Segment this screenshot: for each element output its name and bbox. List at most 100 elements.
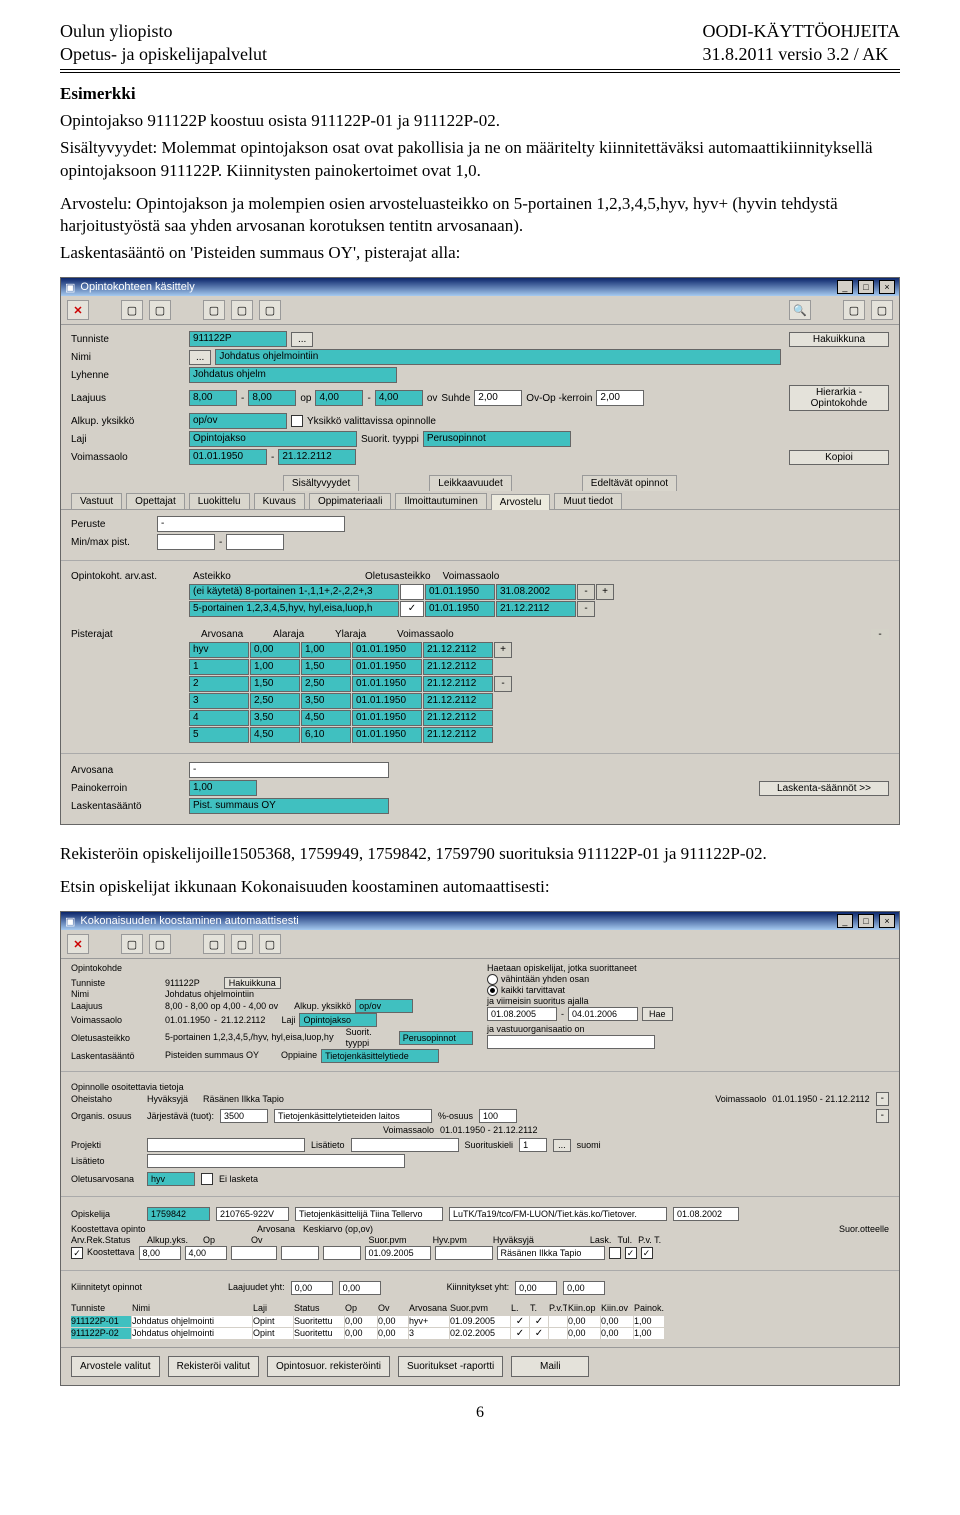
arvostele-valitut-button[interactable]: Arvostele valitut: [71, 1356, 160, 1377]
asteikko-row-to[interactable]: 31.08.2002: [496, 584, 576, 600]
piste-cell[interactable]: 01.01.1950: [352, 642, 422, 658]
piste-cell[interactable]: 01.01.1950: [352, 710, 422, 726]
piste-cell[interactable]: 21.12.2112: [423, 727, 493, 743]
tab-edeltavat-opinnot[interactable]: Edeltävät opinnot: [582, 475, 677, 491]
field-ovop[interactable]: 2,00: [596, 390, 644, 406]
tab-ilmoittautuminen[interactable]: Ilmoittautuminen: [395, 493, 486, 509]
piste-cell[interactable]: 4,50: [301, 710, 351, 726]
toolbar-button[interactable]: ▢: [149, 300, 171, 320]
table-cell[interactable]: 0,00: [568, 1316, 600, 1327]
field-koost-kesk2[interactable]: [323, 1246, 361, 1260]
search-icon[interactable]: 🔍: [789, 300, 811, 320]
table-cell[interactable]: 1,00: [634, 1328, 664, 1339]
close-button[interactable]: ✕: [67, 300, 89, 320]
tab-opettajat[interactable]: Opettajat: [126, 493, 185, 509]
rekisteroi-valitut-button[interactable]: Rekisteröi valitut: [168, 1356, 259, 1377]
table-cell[interactable]: 1,00: [634, 1316, 664, 1327]
piste-cell[interactable]: 3,50: [250, 710, 300, 726]
piste-cell[interactable]: 5: [189, 727, 249, 743]
table-cell[interactable]: 0,00: [568, 1328, 600, 1339]
field-suorit-tyyppi[interactable]: Perusopinnot: [423, 431, 571, 447]
piste-cell[interactable]: 21.12.2112: [423, 642, 493, 658]
table-cell[interactable]: Opint: [253, 1328, 293, 1339]
toolbar-button[interactable]: ▢: [203, 934, 225, 954]
checkbox-pvt[interactable]: [641, 1247, 653, 1259]
field-lisatieto[interactable]: [351, 1138, 459, 1152]
window-min-icon[interactable]: _: [837, 280, 853, 294]
collapse-button[interactable]: -: [871, 629, 889, 640]
field-laji[interactable]: Opintojakso: [189, 431, 357, 447]
table-cell[interactable]: Opint: [253, 1316, 293, 1327]
field-kieli-n[interactable]: 1: [519, 1138, 547, 1152]
field-koost-suorpvm[interactable]: 01.09.2005: [365, 1246, 431, 1260]
field-pros-osuus[interactable]: 100: [479, 1109, 517, 1123]
field-voimassa-from[interactable]: 01.01.1950: [189, 449, 267, 465]
table-cell[interactable]: 0,00: [378, 1316, 408, 1327]
piste-cell[interactable]: 21.12.2112: [423, 676, 493, 692]
table-cell[interactable]: 0,00: [601, 1316, 633, 1327]
asteikko-row-from[interactable]: 01.01.1950: [425, 601, 495, 617]
field-laajuus-from[interactable]: 8,00: [189, 390, 237, 406]
field-vastuuorganisaatio[interactable]: [487, 1035, 655, 1049]
piste-cell[interactable]: 1,50: [301, 659, 351, 675]
field-opiskelija-nimi[interactable]: Tietojenkäsittelijä Tiina Tellervo: [295, 1207, 443, 1221]
piste-cell[interactable]: 3: [189, 693, 249, 709]
field-opiskelija-org[interactable]: LuTK/Ta19/tco/FM-LUON/Tiet.käs.ko/Tietov…: [449, 1207, 667, 1221]
tab-arvostelu[interactable]: Arvostelu: [491, 494, 551, 510]
checkbox-tul[interactable]: [625, 1247, 637, 1259]
asteikko-row-name[interactable]: 5-portainen 1,2,3,4,5,hyv, hyl,eisa,luop…: [189, 601, 399, 617]
radio-kaikki[interactable]: [487, 985, 498, 996]
tab-oppimateriaali[interactable]: Oppimateriaali: [309, 493, 391, 509]
hae-button[interactable]: Hae: [642, 1007, 673, 1021]
table-cell[interactable]: 911122P-02: [71, 1328, 131, 1339]
window-close-icon[interactable]: ×: [879, 914, 895, 928]
piste-cell[interactable]: 01.01.1950: [352, 676, 422, 692]
hakuikkuna-button[interactable]: Hakuikkuna: [224, 977, 281, 989]
row-remove-button[interactable]: -: [577, 601, 595, 617]
field-opiskelija-pvm[interactable]: 01.08.2002: [673, 1207, 739, 1221]
toolbar-button[interactable]: ▢: [259, 300, 281, 320]
piste-cell[interactable]: 1,00: [301, 642, 351, 658]
table-cell[interactable]: hyv+: [409, 1316, 449, 1327]
kopioi-button[interactable]: Kopioi: [789, 450, 889, 465]
toolbar-button[interactable]: ▢: [149, 934, 171, 954]
table-cell[interactable]: Suoritettu: [294, 1316, 344, 1327]
window-max-icon[interactable]: □: [858, 280, 874, 294]
tab-kuvaus[interactable]: Kuvaus: [254, 493, 305, 509]
checkbox-yksikko-valittavissa[interactable]: [291, 415, 303, 427]
field-ov-to[interactable]: 4,00: [375, 390, 423, 406]
checkbox-koostettava[interactable]: [71, 1247, 83, 1259]
field-min[interactable]: [157, 534, 215, 550]
field-koost-arv[interactable]: [231, 1246, 277, 1260]
table-cell[interactable]: 0,00: [601, 1328, 633, 1339]
field-suorit-tyyppi[interactable]: Perusopinnot: [399, 1031, 473, 1045]
piste-cell[interactable]: 01.01.1950: [352, 693, 422, 709]
piste-cell[interactable]: 1: [189, 659, 249, 675]
radio-vahintaan[interactable]: [487, 974, 498, 985]
piste-cell[interactable]: 2: [189, 676, 249, 692]
field-max[interactable]: [226, 534, 284, 550]
toolbar-button[interactable]: ▢: [259, 934, 281, 954]
asteikko-row-flag[interactable]: ✓: [400, 601, 424, 617]
table-cell[interactable]: 3: [409, 1328, 449, 1339]
field-aika-to[interactable]: 04.01.2006: [568, 1007, 638, 1021]
piste-cell[interactable]: 1,00: [250, 659, 300, 675]
maili-button[interactable]: Maili: [511, 1356, 589, 1377]
field-laajuus-to[interactable]: 8,00: [248, 390, 296, 406]
toolbar-button[interactable]: ▢: [231, 300, 253, 320]
table-cell[interactable]: ✓: [511, 1328, 529, 1339]
field-lyhenne[interactable]: Johdatus ohjelm: [189, 367, 397, 383]
piste-cell[interactable]: 4: [189, 710, 249, 726]
asteikko-row-flag[interactable]: [400, 584, 424, 600]
field-painokerroin[interactable]: 1,00: [189, 780, 257, 796]
piste-cell[interactable]: hyv: [189, 642, 249, 658]
field-opiskelija-num[interactable]: 1759842: [147, 1207, 210, 1221]
field-laji[interactable]: Opintojakso: [299, 1013, 377, 1027]
asteikko-row-from[interactable]: 01.01.1950: [425, 584, 495, 600]
table-cell[interactable]: 02.02.2005: [450, 1328, 510, 1339]
field-suhde[interactable]: 2,00: [474, 390, 522, 406]
field-tunniste[interactable]: 911122P: [189, 331, 287, 347]
piste-cell[interactable]: 01.01.1950: [352, 727, 422, 743]
toolbar-button[interactable]: ▢: [843, 300, 865, 320]
field-alkup[interactable]: op/ov: [189, 413, 287, 429]
